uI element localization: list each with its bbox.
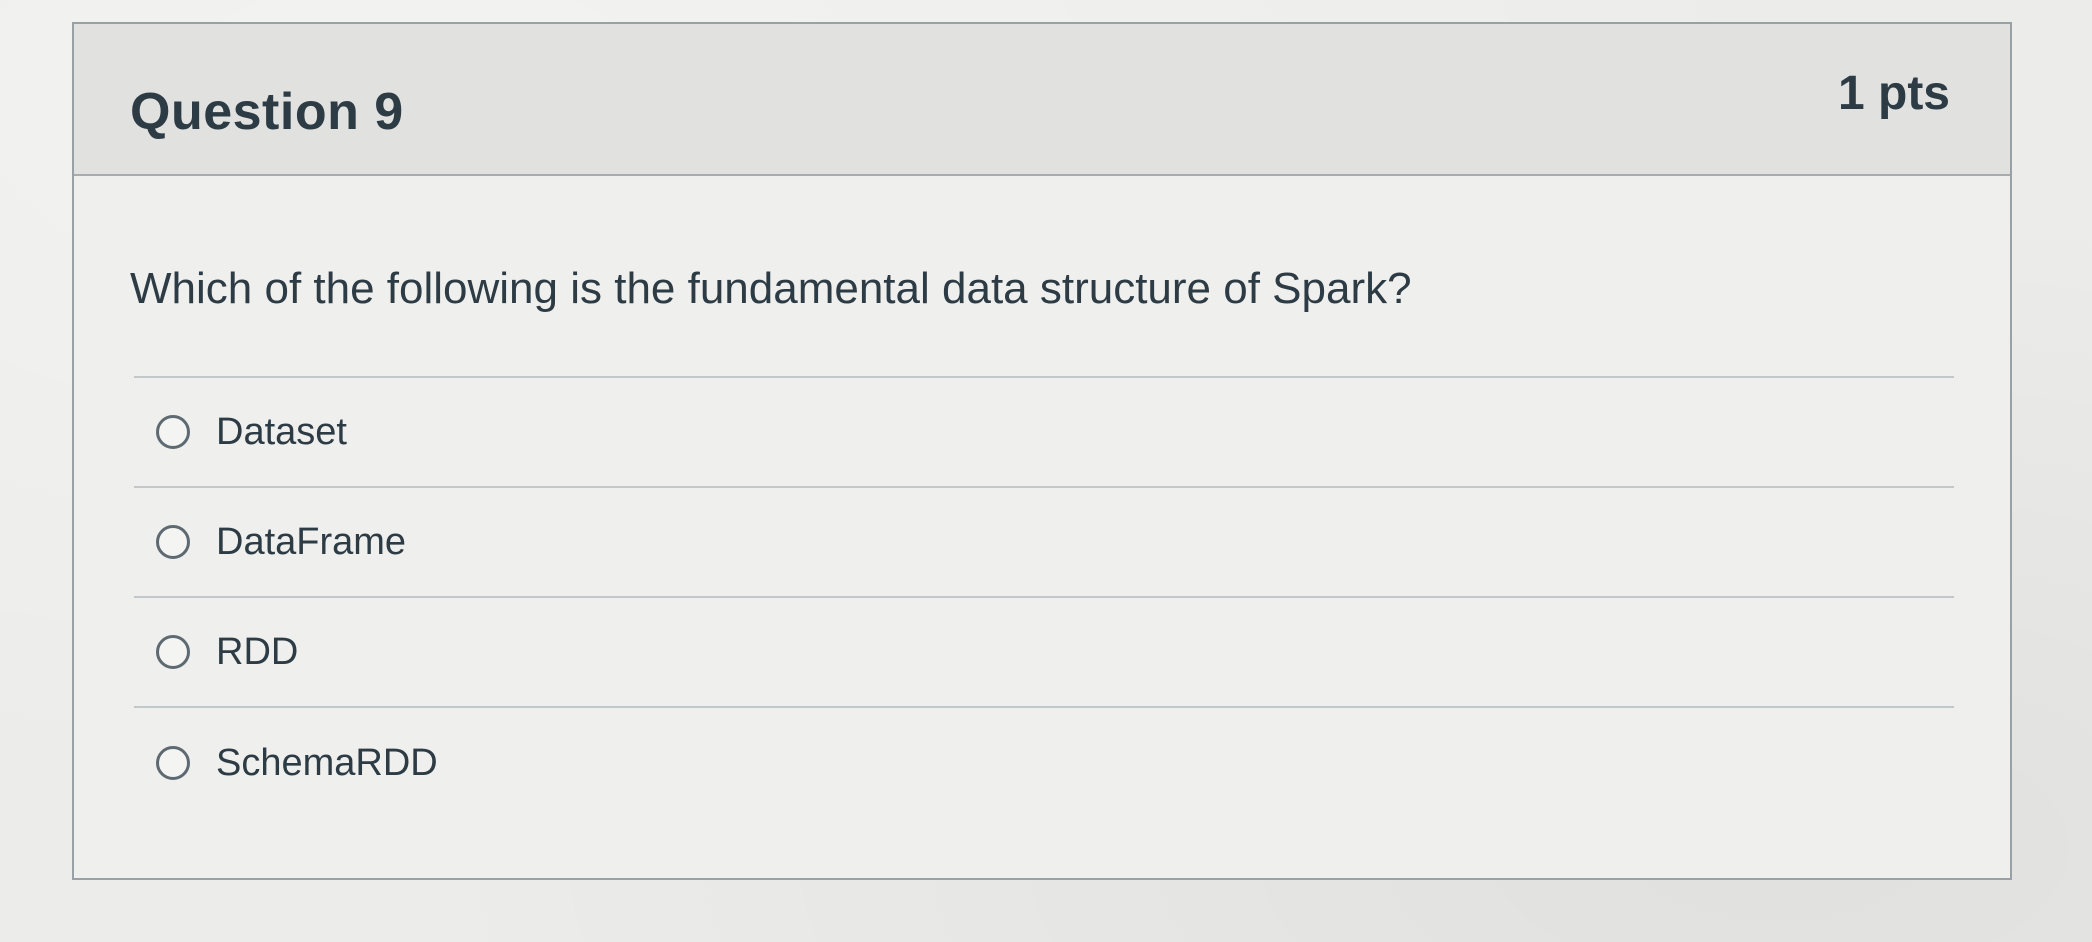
answer-option-rdd[interactable]: RDD bbox=[134, 598, 1954, 708]
question-card: Question 9 1 pts Which of the following … bbox=[72, 22, 2012, 880]
radio-button-dataset[interactable] bbox=[156, 415, 190, 449]
radio-button-rdd[interactable] bbox=[156, 635, 190, 669]
answer-option-dataset[interactable]: Dataset bbox=[134, 378, 1954, 488]
question-title: Question 9 bbox=[130, 83, 404, 141]
answer-option-dataframe[interactable]: DataFrame bbox=[134, 488, 1954, 598]
answer-label: DataFrame bbox=[216, 520, 407, 563]
question-text: Which of the following is the fundamenta… bbox=[130, 264, 1412, 313]
radio-button-dataframe[interactable] bbox=[156, 525, 190, 559]
answer-list: Dataset DataFrame RDD SchemaRDD bbox=[134, 376, 1954, 818]
question-header: Question 9 1 pts bbox=[74, 24, 2010, 176]
question-points: 1 pts bbox=[1837, 67, 1950, 120]
radio-button-schemardd[interactable] bbox=[156, 746, 190, 780]
answer-label: RDD bbox=[216, 630, 299, 673]
answer-option-schemardd[interactable]: SchemaRDD bbox=[134, 708, 1954, 818]
answer-label: Dataset bbox=[216, 410, 347, 453]
answer-label: SchemaRDD bbox=[216, 741, 438, 784]
